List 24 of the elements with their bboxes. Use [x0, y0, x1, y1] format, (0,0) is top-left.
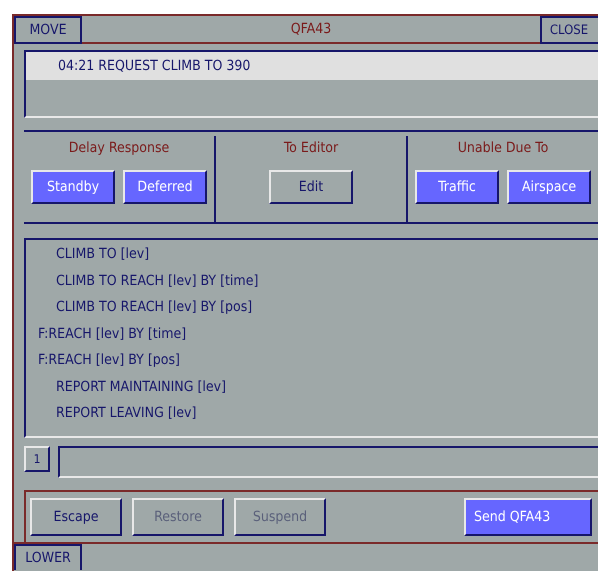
response-button[interactable]: Standby [31, 170, 115, 204]
response-button[interactable]: Edit [269, 170, 353, 204]
response-button[interactable]: Airspace [507, 170, 591, 204]
lower-button[interactable]: LOWER [14, 544, 82, 570]
close-button[interactable]: CLOSE [540, 16, 598, 44]
response-item[interactable]: F:REACH [lev] BY [pos] [26, 352, 598, 378]
window-title: QFA43 [82, 16, 540, 44]
message-item[interactable]: 04:21 REQUEST CLIMB TO 390 [26, 52, 598, 80]
response-item[interactable]: REPORT MAINTAINING [lev] [26, 378, 598, 405]
response-button[interactable]: Deferred [123, 170, 207, 204]
action-button[interactable]: Send QFA43 [464, 498, 592, 536]
response-item[interactable]: CLIMB TO [lev] [26, 246, 598, 272]
response-item[interactable]: REPORT LEAVING [lev] [26, 405, 598, 432]
action-button[interactable]: Escape [30, 498, 122, 536]
group-label: To Editor [284, 140, 338, 156]
response-button[interactable]: Traffic [415, 170, 499, 204]
group-label: Unable Due To [458, 140, 548, 156]
page-button[interactable]: 1 [24, 446, 50, 472]
response-item[interactable]: CLIMB TO REACH [lev] BY [time] [26, 272, 598, 299]
response-item[interactable]: CLIMB TO REACH [lev] BY [pos] [26, 299, 598, 326]
input-field[interactable] [58, 446, 598, 478]
group-label: Delay Response [68, 140, 170, 156]
move-button[interactable]: MOVE [14, 16, 82, 44]
response-item[interactable]: F:REACH [lev] BY [time] [26, 326, 598, 352]
